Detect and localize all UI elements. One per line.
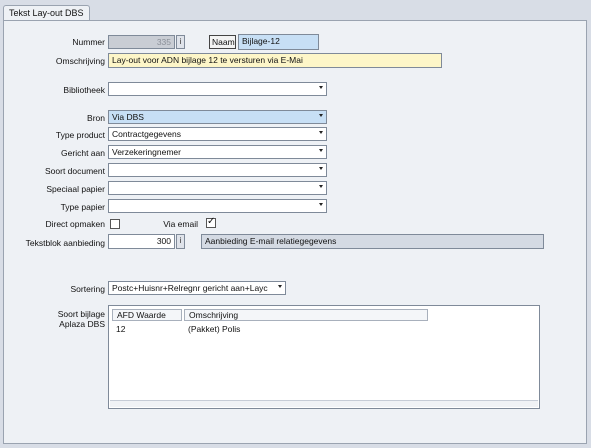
table-row[interactable]: 12 (Pakket) Polis: [109, 322, 539, 336]
tekstblok-info-icon[interactable]: i: [176, 234, 185, 249]
omschrijving-label: Omschrijving: [55, 56, 105, 66]
speciaal-papier-label: Speciaal papier: [46, 184, 105, 194]
direct-opmaken-label: Direct opmaken: [45, 219, 105, 229]
bibliotheek-label: Bibliotheek: [63, 85, 105, 95]
omschrijving-field[interactable]: Lay-out voor ADN bijlage 12 te versturen…: [108, 53, 442, 68]
type-papier-select[interactable]: [108, 199, 327, 213]
nummer-info-icon[interactable]: i: [176, 35, 185, 49]
nummer-field: 335: [108, 35, 175, 49]
chevron-down-icon: [319, 203, 323, 206]
bibliotheek-select[interactable]: [108, 82, 327, 96]
tekstblok-omschrijving-field: Aanbieding E-mail relatiegegevens: [201, 234, 544, 249]
soort-document-select[interactable]: [108, 163, 327, 177]
tab-tekst-layout-dbs[interactable]: Tekst Lay-out DBS: [3, 5, 90, 21]
chevron-down-icon: [278, 285, 282, 288]
chevron-down-icon: [319, 167, 323, 170]
type-product-value: Contractgegevens: [112, 129, 181, 139]
nummer-label: Nummer: [72, 37, 105, 47]
sortering-label: Sortering: [70, 284, 106, 294]
form-panel: Nummer 335 i Naam Bijlage-12 Omschrijvin…: [3, 20, 587, 444]
gericht-aan-value: Verzekeringnemer: [112, 147, 181, 157]
horizontal-scrollbar[interactable]: [110, 400, 538, 407]
chevron-down-icon: [319, 185, 323, 188]
speciaal-papier-select[interactable]: [108, 181, 327, 195]
soort-bijlage-label-line2: Aplaza DBS: [59, 319, 105, 329]
chevron-down-icon: [319, 149, 323, 152]
chevron-down-icon: [319, 114, 323, 117]
sortering-value: Postc+Huisnr+Relregnr gericht aan+Layc: [112, 283, 268, 293]
tekstblok-aanbieding-label: Tekstblok aanbieding: [25, 238, 105, 248]
via-email-checkbox[interactable]: ✓: [206, 216, 216, 228]
naam-label: Naam: [209, 35, 236, 49]
type-product-select[interactable]: Contractgegevens: [108, 127, 327, 141]
type-product-label: Type product: [55, 130, 105, 140]
soort-bijlage-label: Soort bijlage: [57, 309, 105, 319]
soort-bijlage-grid[interactable]: AFD Waarde Omschrijving 12 (Pakket) Poli…: [108, 305, 540, 409]
gericht-aan-select[interactable]: Verzekeringnemer: [108, 145, 327, 159]
gericht-aan-label: Gericht aan: [61, 148, 105, 158]
checkmark-icon: ✓: [207, 216, 216, 227]
direct-opmaken-checkbox[interactable]: [110, 219, 120, 229]
type-papier-label: Type papier: [60, 202, 105, 212]
chevron-down-icon: [319, 86, 323, 89]
omschrijving-cell: (Pakket) Polis: [188, 324, 241, 334]
column-header-afd-waarde[interactable]: AFD Waarde: [112, 309, 182, 321]
naam-field[interactable]: Bijlage-12: [238, 34, 319, 50]
soort-document-label: Soort document: [44, 166, 105, 176]
chevron-down-icon: [319, 131, 323, 134]
bron-label: Bron: [87, 113, 105, 123]
bron-value: Via DBS: [112, 112, 144, 122]
column-header-omschrijving[interactable]: Omschrijving: [184, 309, 428, 321]
tekstblok-nummer-field[interactable]: 300: [108, 234, 175, 249]
sortering-select[interactable]: Postc+Huisnr+Relregnr gericht aan+Layc: [108, 281, 286, 295]
bron-select[interactable]: Via DBS: [108, 110, 327, 124]
afd-waarde-cell: 12: [116, 324, 126, 334]
via-email-label: Via email: [163, 219, 198, 229]
